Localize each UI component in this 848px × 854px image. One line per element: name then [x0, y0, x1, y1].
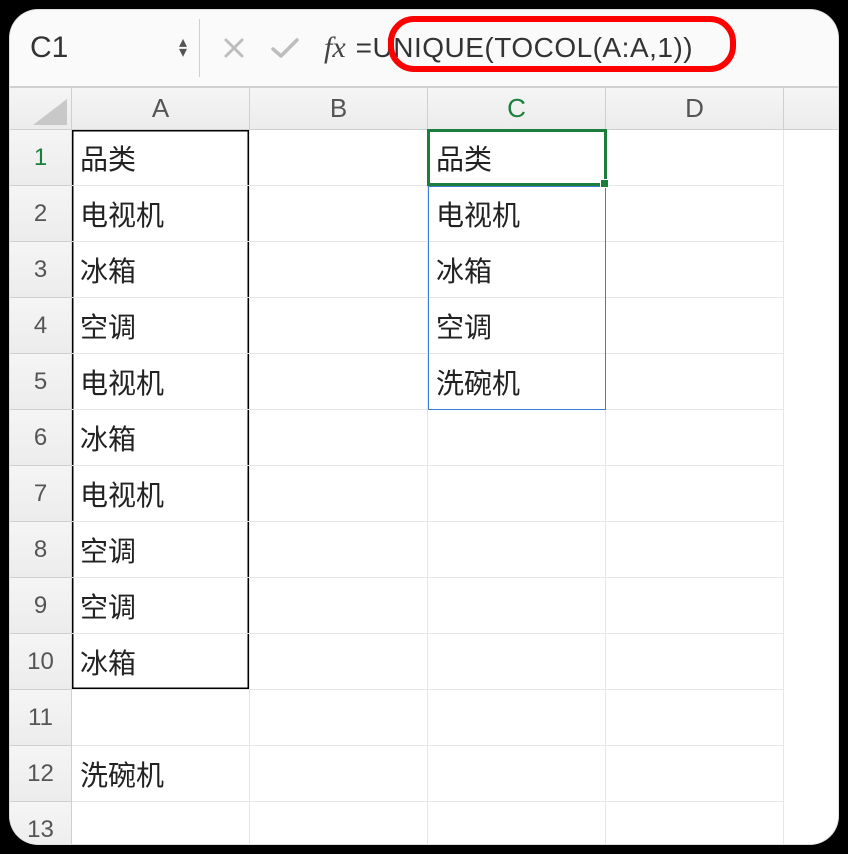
cell-D4[interactable] [606, 298, 784, 354]
cell-D11[interactable] [606, 690, 784, 746]
cell-C5[interactable]: 洗碗机 [428, 354, 606, 410]
cell-C12[interactable] [428, 746, 606, 802]
cell-A1[interactable]: 品类 [72, 130, 250, 186]
cell-B8[interactable] [250, 522, 428, 578]
cell-B2[interactable] [250, 186, 428, 242]
row-header-8[interactable]: 8 [10, 522, 72, 578]
cell-D8[interactable] [606, 522, 784, 578]
row-header-6[interactable]: 6 [10, 410, 72, 466]
cell-B1[interactable] [250, 130, 428, 186]
row-header-2[interactable]: 2 [10, 186, 72, 242]
row-header-12[interactable]: 12 [10, 746, 72, 802]
cell-D9[interactable] [606, 578, 784, 634]
worksheet[interactable]: A B C D 1 品类 品类 2 电视机 电视机 3 [10, 88, 838, 844]
cell-B7[interactable] [250, 466, 428, 522]
cell-B4[interactable] [250, 298, 428, 354]
row-header-1[interactable]: 1 [10, 130, 72, 186]
cell-A8[interactable]: 空调 [72, 522, 250, 578]
row-header-11[interactable]: 11 [10, 690, 72, 746]
row-header-4[interactable]: 4 [10, 298, 72, 354]
cell-D13[interactable] [606, 802, 784, 844]
cell-C1[interactable]: 品类 [428, 130, 606, 186]
formula-input[interactable]: =UNIQUE(TOCOL(A:A,1)) [356, 32, 838, 64]
cell-C10[interactable] [428, 634, 606, 690]
formula-bar: C1 ▴ ▾ fx =UNIQUE(TOCOL(A:A,1)) [10, 10, 838, 88]
column-headers: A B C D [10, 88, 838, 130]
cell-D2[interactable] [606, 186, 784, 242]
cell-A10[interactable]: 冰箱 [72, 634, 250, 690]
name-box[interactable]: C1 ▴ ▾ [16, 19, 200, 77]
col-header-B[interactable]: B [250, 88, 428, 129]
cell-A13[interactable] [72, 802, 250, 844]
cell-B13[interactable] [250, 802, 428, 844]
cell-C13[interactable] [428, 802, 606, 844]
name-box-stepper[interactable]: ▴ ▾ [179, 38, 187, 58]
row-header-10[interactable]: 10 [10, 634, 72, 690]
cell-A6[interactable]: 冰箱 [72, 410, 250, 466]
cell-B12[interactable] [250, 746, 428, 802]
cell-D3[interactable] [606, 242, 784, 298]
cell-C3[interactable]: 冰箱 [428, 242, 606, 298]
cell-D6[interactable] [606, 410, 784, 466]
col-header-C[interactable]: C [428, 88, 606, 129]
col-header-A[interactable]: A [72, 88, 250, 129]
cell-C8[interactable] [428, 522, 606, 578]
cell-B9[interactable] [250, 578, 428, 634]
cancel-icon[interactable] [222, 36, 246, 60]
chevron-down-icon[interactable]: ▾ [179, 48, 187, 58]
cell-D1[interactable] [606, 130, 784, 186]
cell-B3[interactable] [250, 242, 428, 298]
cell-D10[interactable] [606, 634, 784, 690]
cell-D5[interactable] [606, 354, 784, 410]
cell-C9[interactable] [428, 578, 606, 634]
cell-C7[interactable] [428, 466, 606, 522]
cell-B10[interactable] [250, 634, 428, 690]
cell-C4[interactable]: 空调 [428, 298, 606, 354]
cell-A2[interactable]: 电视机 [72, 186, 250, 242]
cell-B5[interactable] [250, 354, 428, 410]
select-all-corner[interactable] [10, 88, 72, 129]
fx-icon[interactable]: fx [324, 31, 346, 65]
row-header-5[interactable]: 5 [10, 354, 72, 410]
cell-A9[interactable]: 空调 [72, 578, 250, 634]
row-header-7[interactable]: 7 [10, 466, 72, 522]
cell-A7[interactable]: 电视机 [72, 466, 250, 522]
cell-B11[interactable] [250, 690, 428, 746]
row-header-3[interactable]: 3 [10, 242, 72, 298]
confirm-icon[interactable] [270, 36, 300, 60]
cell-A4[interactable]: 空调 [72, 298, 250, 354]
cell-A12[interactable]: 洗碗机 [72, 746, 250, 802]
col-header-D[interactable]: D [606, 88, 784, 129]
cell-B6[interactable] [250, 410, 428, 466]
cell-A5[interactable]: 电视机 [72, 354, 250, 410]
cell-C11[interactable] [428, 690, 606, 746]
cell-C6[interactable] [428, 410, 606, 466]
row-header-13[interactable]: 13 [10, 802, 72, 844]
name-box-value: C1 [30, 31, 68, 65]
spreadsheet-window: C1 ▴ ▾ fx =UNIQUE(TOCOL(A:A,1)) [10, 10, 838, 844]
cell-D12[interactable] [606, 746, 784, 802]
cell-C2[interactable]: 电视机 [428, 186, 606, 242]
cell-D7[interactable] [606, 466, 784, 522]
cell-A11[interactable] [72, 690, 250, 746]
row-header-9[interactable]: 9 [10, 578, 72, 634]
cell-A3[interactable]: 冰箱 [72, 242, 250, 298]
